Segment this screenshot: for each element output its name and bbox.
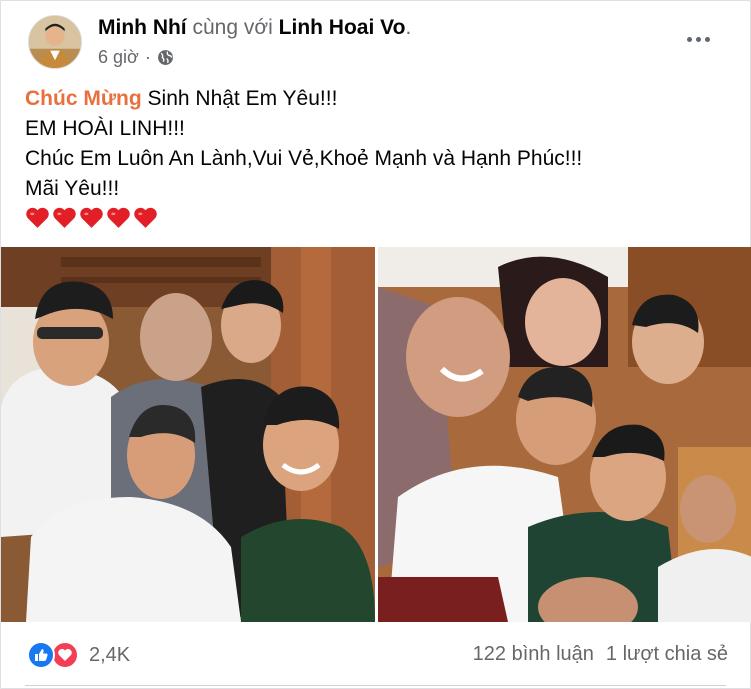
highlighted-phrase[interactable]: Chúc Mừng <box>25 87 142 110</box>
shares-count[interactable]: 1 lượt chia sẻ <box>606 643 728 666</box>
post-footer: 2,4K 122 bình luận 1 lượt chia sẻ <box>1 633 751 677</box>
heart-icon <box>107 207 130 228</box>
post-timestamp[interactable]: 6 giờ <box>98 45 139 69</box>
tagged-user-name[interactable]: Linh Hoai Vo <box>279 16 406 39</box>
more-options-icon <box>686 36 692 42</box>
author-avatar[interactable] <box>28 15 82 69</box>
post-meta: 6 giờ · <box>98 45 174 69</box>
message-line-4: Mãi Yêu!!! <box>25 177 120 200</box>
message-line-3: Chúc Em Luôn An Lành,Vui Vẻ,Khoẻ Mạnh và… <box>25 147 583 170</box>
heart-icon <box>134 207 157 228</box>
heart-emoji-row <box>25 206 725 229</box>
message-line-1: Chúc Mừng Sinh Nhật Em Yêu!!! <box>25 87 338 110</box>
author-name[interactable]: Minh Nhí <box>98 16 187 39</box>
heart-icon <box>80 207 103 228</box>
post-header: Minh Nhí cùng với Linh Hoai Vo. <box>98 15 411 41</box>
group-selfie-left[interactable] <box>1 247 375 622</box>
group-selfie-right[interactable] <box>378 247 751 622</box>
globe-icon[interactable] <box>157 49 174 66</box>
heart-icon <box>53 207 76 228</box>
with-text: cùng với <box>192 16 273 39</box>
heart-icon <box>26 207 49 228</box>
more-options-button[interactable] <box>682 27 714 51</box>
like-icon <box>27 641 55 669</box>
engagement-stats: 122 bình luận 1 lượt chia sẻ <box>473 643 728 666</box>
reaction-count[interactable]: 2,4K <box>89 644 130 667</box>
message-line-2: EM HOÀI LINH!!! <box>25 117 185 140</box>
footer-divider <box>25 685 726 686</box>
post-card: Minh Nhí cùng với Linh Hoai Vo. 6 giờ · … <box>0 0 751 689</box>
header-period: . <box>405 16 412 39</box>
reactions-summary[interactable]: 2,4K <box>27 641 130 669</box>
post-message: Chúc Mừng Sinh Nhật Em Yêu!!! EM HOÀI LI… <box>25 84 725 229</box>
comments-count[interactable]: 122 bình luận <box>473 643 594 666</box>
love-icon <box>51 641 79 669</box>
